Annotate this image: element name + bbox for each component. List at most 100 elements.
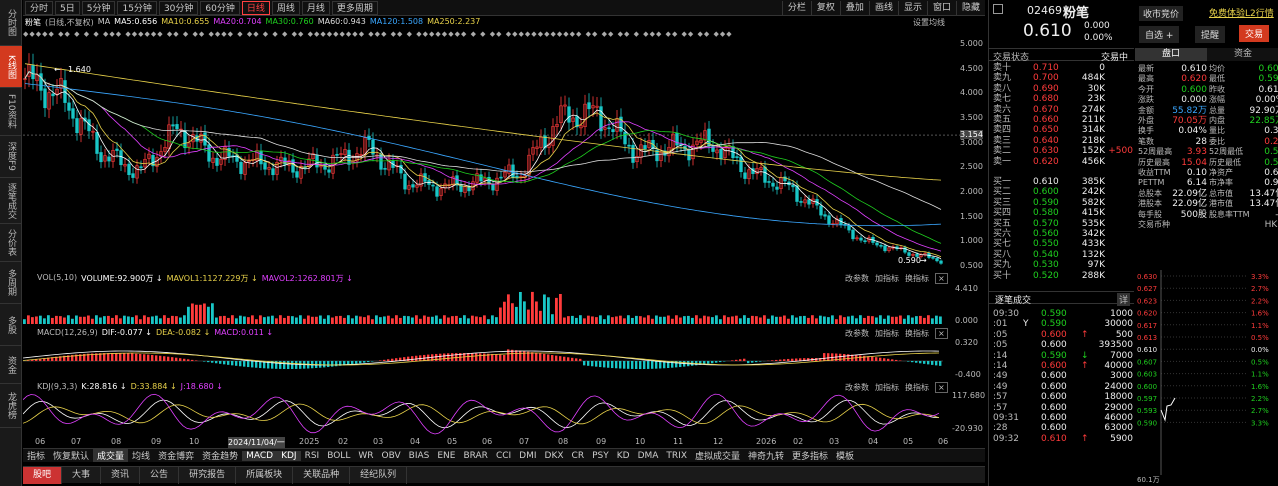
ask-row[interactable]: 卖六 0.670 274K bbox=[993, 105, 1133, 115]
left-tab-3[interactable]: 深度F9 bbox=[0, 136, 22, 178]
left-tab-2[interactable]: F10资料 bbox=[0, 88, 22, 136]
watchlist-button[interactable]: 自选 + bbox=[1139, 26, 1180, 43]
period-tab-6[interactable]: 日线 bbox=[241, 0, 270, 15]
bid-row[interactable]: 买十 0.520 288K bbox=[993, 271, 1133, 281]
indicator-8[interactable]: RSI bbox=[301, 451, 324, 461]
ask-row[interactable]: 卖九 0.700 484K bbox=[993, 73, 1133, 83]
indicator-5[interactable]: 资金趋势 bbox=[198, 449, 242, 462]
sub-link-0[interactable]: 改参数 bbox=[845, 382, 869, 393]
news-tab-5[interactable]: 所属板块 bbox=[236, 466, 294, 484]
period-tab-8[interactable]: 月线 bbox=[301, 0, 330, 15]
indicator-10[interactable]: WR bbox=[354, 451, 377, 461]
macd-links[interactable]: 改参数 加指标 换指标 × bbox=[845, 328, 948, 339]
candlestick-chart[interactable] bbox=[23, 40, 985, 270]
period-tab-1[interactable]: 5日 bbox=[55, 0, 80, 15]
toolbar-1[interactable]: 复权 bbox=[810, 0, 840, 15]
indicator-16[interactable]: DMI bbox=[515, 451, 540, 461]
toolbar-6[interactable]: 隐藏 bbox=[955, 0, 985, 15]
toolbar-5[interactable]: 窗口 bbox=[926, 0, 956, 15]
news-tab-1[interactable]: 大事 bbox=[62, 466, 102, 484]
left-tab-5[interactable]: 分价表 bbox=[0, 224, 22, 262]
indicator-14[interactable]: BRAR bbox=[459, 451, 491, 461]
period-tab-5[interactable]: 60分钟 bbox=[200, 0, 240, 15]
indicator-21[interactable]: DMA bbox=[634, 451, 663, 461]
ask-row[interactable]: 卖一 0.620 456K bbox=[993, 157, 1133, 167]
bid-row[interactable]: 买二 0.600 242K bbox=[993, 187, 1133, 197]
left-tab-7[interactable]: 多股 bbox=[0, 304, 22, 346]
indicator-11[interactable]: OBV bbox=[378, 451, 405, 461]
bid-row[interactable]: 买六 0.560 342K bbox=[993, 229, 1133, 239]
ask-row[interactable]: 卖八 0.690 30K bbox=[993, 84, 1133, 94]
ask-row[interactable]: 卖七 0.680 23K bbox=[993, 94, 1133, 104]
left-tab-6[interactable]: 多周期 bbox=[0, 262, 22, 304]
indicator-6[interactable]: MACD bbox=[242, 450, 278, 461]
toolbar-2[interactable]: 叠加 bbox=[839, 0, 869, 15]
ask-row[interactable]: 卖五 0.660 211K bbox=[993, 115, 1133, 125]
sub-link-2[interactable]: 换指标 bbox=[905, 382, 929, 393]
period-tab-9[interactable]: 更多周期 bbox=[331, 0, 378, 15]
bid-row[interactable]: 买三 0.590 582K bbox=[993, 198, 1133, 208]
indicator-3[interactable]: 均线 bbox=[128, 449, 154, 462]
toolbar-4[interactable]: 显示 bbox=[897, 0, 927, 15]
indicator-20[interactable]: KD bbox=[613, 451, 634, 461]
bid-row[interactable]: 买一 0.610 385K bbox=[993, 177, 1133, 187]
indicator-2[interactable]: 成交量 bbox=[93, 449, 129, 462]
close-icon[interactable]: × bbox=[935, 328, 948, 339]
bid-row[interactable]: 买八 0.540 132K bbox=[993, 250, 1133, 260]
indicator-13[interactable]: ENE bbox=[433, 451, 459, 461]
bid-row[interactable]: 买五 0.570 535K bbox=[993, 219, 1133, 229]
indicator-0[interactable]: 指标 bbox=[23, 449, 49, 462]
period-tab-0[interactable]: 分时 bbox=[25, 0, 54, 15]
close-icon[interactable]: × bbox=[935, 382, 948, 393]
sub-link-0[interactable]: 改参数 bbox=[845, 328, 869, 339]
period-tab-4[interactable]: 30分钟 bbox=[158, 0, 199, 15]
bid-row[interactable]: 买四 0.580 415K bbox=[993, 208, 1133, 218]
news-tab-0[interactable]: 股吧 bbox=[23, 466, 63, 484]
indicator-9[interactable]: BOLL bbox=[323, 451, 354, 461]
toolbar-0[interactable]: 分栏 bbox=[781, 0, 811, 15]
alert-button[interactable]: 提醒 bbox=[1195, 26, 1226, 43]
toolbar-3[interactable]: 画线 bbox=[868, 0, 898, 15]
news-tab-6[interactable]: 关联品种 bbox=[293, 466, 351, 484]
indicator-19[interactable]: PSY bbox=[588, 451, 613, 461]
auction-button[interactable]: 收市竞价 bbox=[1139, 6, 1184, 21]
sub-link-1[interactable]: 加指标 bbox=[875, 382, 899, 393]
sub-link-1[interactable]: 加指标 bbox=[875, 328, 899, 339]
indicator-17[interactable]: DKX bbox=[541, 451, 568, 461]
indicator-23[interactable]: 虚拟成交量 bbox=[691, 449, 744, 462]
ma-settings-link[interactable]: 设置均线 bbox=[913, 17, 945, 30]
indicator-15[interactable]: CCI bbox=[492, 451, 515, 461]
ask-row[interactable]: 卖四 0.650 314K bbox=[993, 125, 1133, 135]
ask-row[interactable]: 卖二 0.630 152K +500 bbox=[993, 146, 1133, 156]
close-icon[interactable]: × bbox=[935, 273, 948, 284]
sub-link-2[interactable]: 换指标 bbox=[905, 328, 929, 339]
indicator-18[interactable]: CR bbox=[568, 451, 589, 461]
ticks-more-button[interactable]: 详 bbox=[1117, 293, 1131, 306]
left-tab-0[interactable]: 分时图 bbox=[0, 0, 22, 46]
news-tab-7[interactable]: 经纪队列 bbox=[350, 466, 408, 484]
sub-link-1[interactable]: 加指标 bbox=[875, 273, 899, 284]
ask-row[interactable]: 卖十 0.710 0 bbox=[993, 63, 1133, 73]
news-tab-3[interactable]: 公告 bbox=[140, 466, 180, 484]
indicator-12[interactable]: BIAS bbox=[405, 451, 434, 461]
news-tab-2[interactable]: 资讯 bbox=[101, 466, 141, 484]
sub-link-0[interactable]: 改参数 bbox=[845, 273, 869, 284]
vol-links[interactable]: 改参数 加指标 换指标 × bbox=[845, 273, 948, 284]
indicator-25[interactable]: 更多指标 bbox=[788, 449, 832, 462]
left-tab-4[interactable]: 逐笔成交 bbox=[0, 178, 22, 224]
period-tab-2[interactable]: 5分钟 bbox=[81, 0, 116, 15]
kdj-links[interactable]: 改参数 加指标 换指标 × bbox=[845, 382, 948, 393]
tab-pankou[interactable]: 盘口 bbox=[1135, 48, 1207, 61]
indicator-4[interactable]: 资金博弈 bbox=[154, 449, 198, 462]
window-icon[interactable] bbox=[993, 4, 1003, 14]
bid-row[interactable]: 买七 0.550 433K bbox=[993, 239, 1133, 249]
trade-button[interactable]: 交易 bbox=[1239, 25, 1270, 42]
news-tab-4[interactable]: 研究报告 bbox=[179, 466, 237, 484]
indicator-24[interactable]: 神奇九转 bbox=[744, 449, 788, 462]
tab-zijin[interactable]: 资金 bbox=[1207, 48, 1278, 61]
indicator-7[interactable]: KDJ bbox=[277, 450, 301, 461]
left-tab-8[interactable]: 资金 bbox=[0, 346, 22, 384]
left-tab-1[interactable]: K线图 bbox=[0, 46, 22, 88]
ask-row[interactable]: 卖三 0.640 218K bbox=[993, 136, 1133, 146]
period-tab-7[interactable]: 周线 bbox=[271, 0, 300, 15]
